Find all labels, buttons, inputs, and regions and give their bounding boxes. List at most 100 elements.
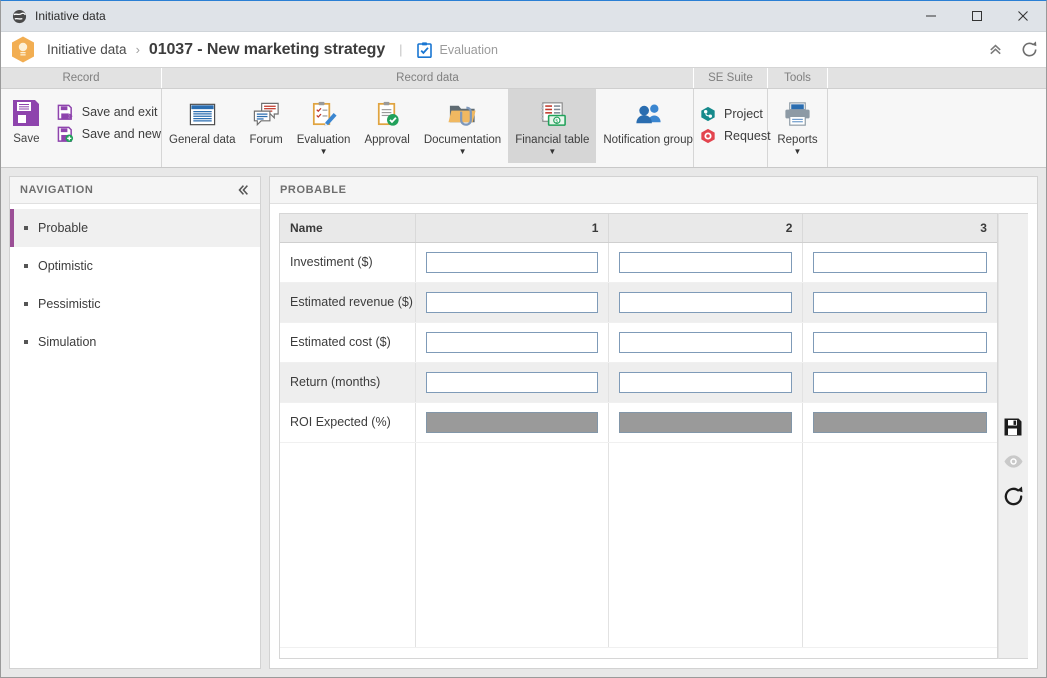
column-header-3[interactable]: 3 (802, 214, 997, 243)
chevron-double-left-icon[interactable] (236, 183, 250, 197)
project-button[interactable]: Project (694, 103, 771, 125)
sidebar-item-label: Optimistic (38, 259, 93, 273)
evaluation-button[interactable]: Evaluation ▼ (290, 89, 358, 163)
table-row: Estimated cost ($) (280, 322, 997, 363)
table-row: Return (months) (280, 362, 997, 403)
minimize-button[interactable] (908, 1, 954, 31)
approval-button[interactable]: Approval (357, 89, 416, 163)
request-button[interactable]: Request (694, 125, 771, 147)
table-row: Investiment ($) (280, 242, 997, 283)
reports-button[interactable]: Reports ▼ (773, 89, 821, 163)
content-area: NAVIGATION Probable Optimistic Pessimist… (1, 168, 1046, 677)
chevron-down-icon[interactable]: ▼ (459, 148, 467, 156)
bullet-icon (24, 340, 28, 344)
estimated-revenue-input-2[interactable] (619, 291, 793, 313)
clipboard-check-icon (417, 41, 433, 58)
chevron-double-up-icon[interactable] (978, 33, 1012, 67)
chevron-down-icon[interactable]: ▼ (320, 148, 328, 156)
svg-text:$: $ (555, 118, 558, 124)
roi-readonly-2 (619, 411, 793, 433)
folder-clip-icon (447, 95, 478, 133)
cell-roi-3 (802, 402, 997, 443)
breadcrumb-divider: | (399, 42, 403, 57)
ribbon: Record Record data SE Suite Tools Save S… (1, 68, 1046, 168)
breadcrumb: Initiative data › 01037 - New marketing … (1, 32, 1046, 68)
refresh-icon[interactable] (1012, 33, 1046, 67)
save-exit-icon (56, 103, 76, 121)
return-input-1[interactable] (425, 371, 599, 393)
estimated-cost-input-1[interactable] (425, 331, 599, 353)
chevron-down-icon[interactable]: ▼ (794, 148, 802, 156)
breadcrumb-root[interactable]: Initiative data (47, 42, 127, 57)
cell-estimated-cost-1 (415, 322, 610, 363)
cell-investiment-3 (802, 242, 997, 283)
cell-return-2 (608, 362, 804, 403)
forum-button[interactable]: Forum (243, 89, 290, 163)
table-view-button (998, 444, 1028, 479)
sidebar-item-pessimistic[interactable]: Pessimistic (10, 285, 260, 323)
estimated-revenue-input-1[interactable] (425, 291, 599, 313)
application-window: Initiative data Initiative data › 01037 … (0, 0, 1047, 678)
table-save-button[interactable] (998, 409, 1028, 444)
save-button-label: Save (13, 133, 40, 145)
panel-right-padding (1027, 213, 1037, 659)
save-button[interactable]: Save (1, 89, 52, 161)
financial-table: Name 1 2 3 Investiment ($) Estimated rev… (280, 214, 997, 648)
ribbon-group-record: Save Save and exit Save and new (1, 89, 162, 167)
investiment-input-1[interactable] (425, 251, 599, 273)
bullet-icon (24, 302, 28, 306)
column-header-2[interactable]: 2 (608, 214, 804, 243)
investiment-input-3[interactable] (813, 251, 987, 273)
ribbon-group-empty (828, 89, 1046, 167)
sidebar-item-optimistic[interactable]: Optimistic (10, 247, 260, 285)
ribbon-group-header-empty (828, 68, 1046, 88)
window-title: Initiative data (35, 9, 106, 23)
sidebar-item-probable[interactable]: Probable (10, 209, 260, 247)
financial-table-button[interactable]: $ Financial table ▼ (508, 89, 597, 163)
save-and-exit-label: Save and exit (81, 105, 158, 119)
ribbon-group-tools: Reports ▼ (768, 89, 828, 167)
column-header-name[interactable]: Name (280, 214, 416, 243)
return-input-3[interactable] (813, 371, 987, 393)
reports-label: Reports (777, 134, 818, 146)
cell-estimated-cost-3 (802, 322, 997, 363)
estimated-cost-input-3[interactable] (813, 331, 987, 353)
close-button[interactable] (1000, 1, 1046, 31)
ribbon-group-header-record-data: Record data (162, 68, 694, 88)
cell-return-3 (802, 362, 997, 403)
panel-title: PROBABLE (280, 184, 347, 196)
navigation-title: NAVIGATION (20, 184, 94, 196)
table-refresh-button[interactable] (998, 479, 1028, 514)
clipboard-check-green-icon (372, 95, 403, 133)
estimated-revenue-input-3[interactable] (813, 291, 987, 313)
row-label-roi-expected: ROI Expected (%) (280, 402, 416, 443)
sidebar-item-label: Pessimistic (38, 297, 101, 311)
documentation-button[interactable]: Documentation ▼ (417, 89, 508, 163)
cell-estimated-cost-2 (608, 322, 804, 363)
notification-group-button[interactable]: Notification group (596, 89, 700, 163)
save-and-exit-button[interactable]: Save and exit (52, 101, 161, 123)
sidebar-item-simulation[interactable]: Simulation (10, 323, 260, 361)
maximize-button[interactable] (954, 1, 1000, 31)
return-input-2[interactable] (619, 371, 793, 393)
row-label-estimated-revenue: Estimated revenue ($) (280, 282, 416, 323)
ribbon-group-se-suite: Project Request (694, 89, 771, 167)
roi-readonly-3 (813, 411, 987, 433)
column-header-1[interactable]: 1 (415, 214, 610, 243)
filler-cell-3 (802, 442, 997, 648)
cell-investiment-1 (415, 242, 610, 283)
general-data-button[interactable]: General data (162, 89, 243, 163)
investiment-input-2[interactable] (619, 251, 793, 273)
documentation-label: Documentation (423, 134, 502, 146)
table-header: Name 1 2 3 (280, 214, 997, 243)
chat-bubbles-icon (251, 95, 282, 133)
chevron-down-icon[interactable]: ▼ (548, 148, 556, 156)
navigation-list: Probable Optimistic Pessimistic Simulati… (10, 204, 260, 361)
row-label-estimated-cost: Estimated cost ($) (280, 322, 416, 363)
filler-cell-1 (415, 442, 610, 648)
estimated-cost-input-2[interactable] (619, 331, 793, 353)
table-filler-row (280, 442, 997, 648)
lightbulb-hexagon-icon (10, 35, 36, 65)
filler-cell-name (280, 442, 416, 648)
save-and-new-button[interactable]: Save and new (52, 123, 161, 145)
